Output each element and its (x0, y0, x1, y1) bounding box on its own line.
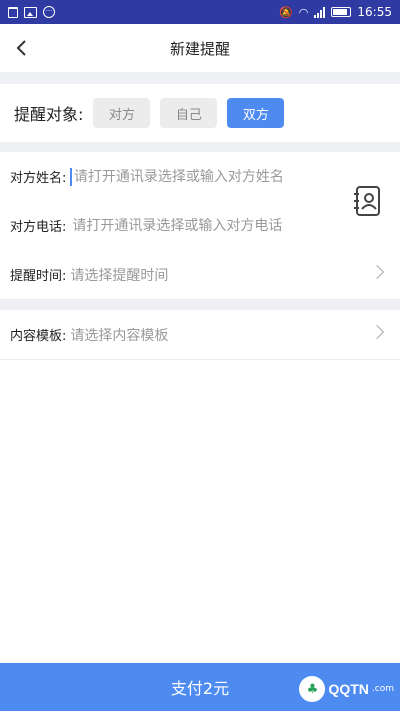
pay-label: 支付2元 (170, 679, 230, 698)
template-label: 内容模板: (10, 329, 67, 344)
status-right-icons: 🔕 ◠ 16:55 (279, 5, 392, 19)
section-divider (0, 300, 400, 310)
name-label: 对方姓名: (10, 171, 67, 186)
target-selector: 提醒对象: 对方 自己 双方 (0, 84, 400, 142)
watermark: ♣ QQTN .com (299, 674, 394, 704)
wifi-icon: ◠ (298, 5, 309, 19)
status-left-icons: ··· (8, 6, 55, 18)
time-placeholder: 请选择提醒时间 (70, 267, 169, 284)
option-other[interactable]: 对方 (93, 98, 151, 128)
watermark-logo-icon: ♣ (299, 676, 326, 702)
header: 新建提醒 (0, 24, 400, 72)
template-placeholder: 请选择内容模板 (70, 327, 169, 344)
watermark-text: QQTN (328, 681, 369, 697)
chevron-right-icon (369, 264, 385, 280)
message-icon: ··· (43, 6, 55, 18)
name-input[interactable] (73, 168, 314, 185)
contact-book-button[interactable] (352, 185, 384, 217)
image-icon (24, 6, 37, 18)
name-row: 对方姓名: (0, 152, 336, 202)
time-row[interactable]: 提醒时间: 请选择提醒时间 (0, 250, 400, 300)
mute-icon: 🔕 (279, 5, 293, 19)
trash-icon (8, 6, 18, 18)
option-self[interactable]: 自己 (160, 98, 218, 128)
chevron-right-icon (369, 324, 385, 340)
page-title: 新建提醒 (169, 39, 230, 58)
option-both[interactable]: 双方 (227, 98, 285, 128)
text-cursor (70, 167, 72, 186)
section-divider (0, 142, 400, 152)
status-bar: ··· 🔕 ◠ 16:55 (0, 0, 400, 24)
time-label: 提醒时间: (10, 269, 67, 284)
target-label: 提醒对象: (14, 105, 84, 124)
phone-label: 对方电话: (10, 220, 67, 235)
watermark-suffix: .com (371, 684, 394, 694)
back-button[interactable] (8, 34, 36, 62)
status-time: 16:55 (357, 5, 392, 19)
battery-icon (331, 7, 352, 17)
phone-row: 对方电话: (0, 201, 336, 251)
template-row[interactable]: 内容模板: 请选择内容模板 (0, 310, 400, 360)
section-divider (0, 72, 400, 84)
signal-icon (314, 6, 326, 18)
phone-input[interactable] (72, 217, 313, 234)
chevron-left-icon (16, 40, 26, 56)
contact-book-icon (354, 186, 380, 216)
